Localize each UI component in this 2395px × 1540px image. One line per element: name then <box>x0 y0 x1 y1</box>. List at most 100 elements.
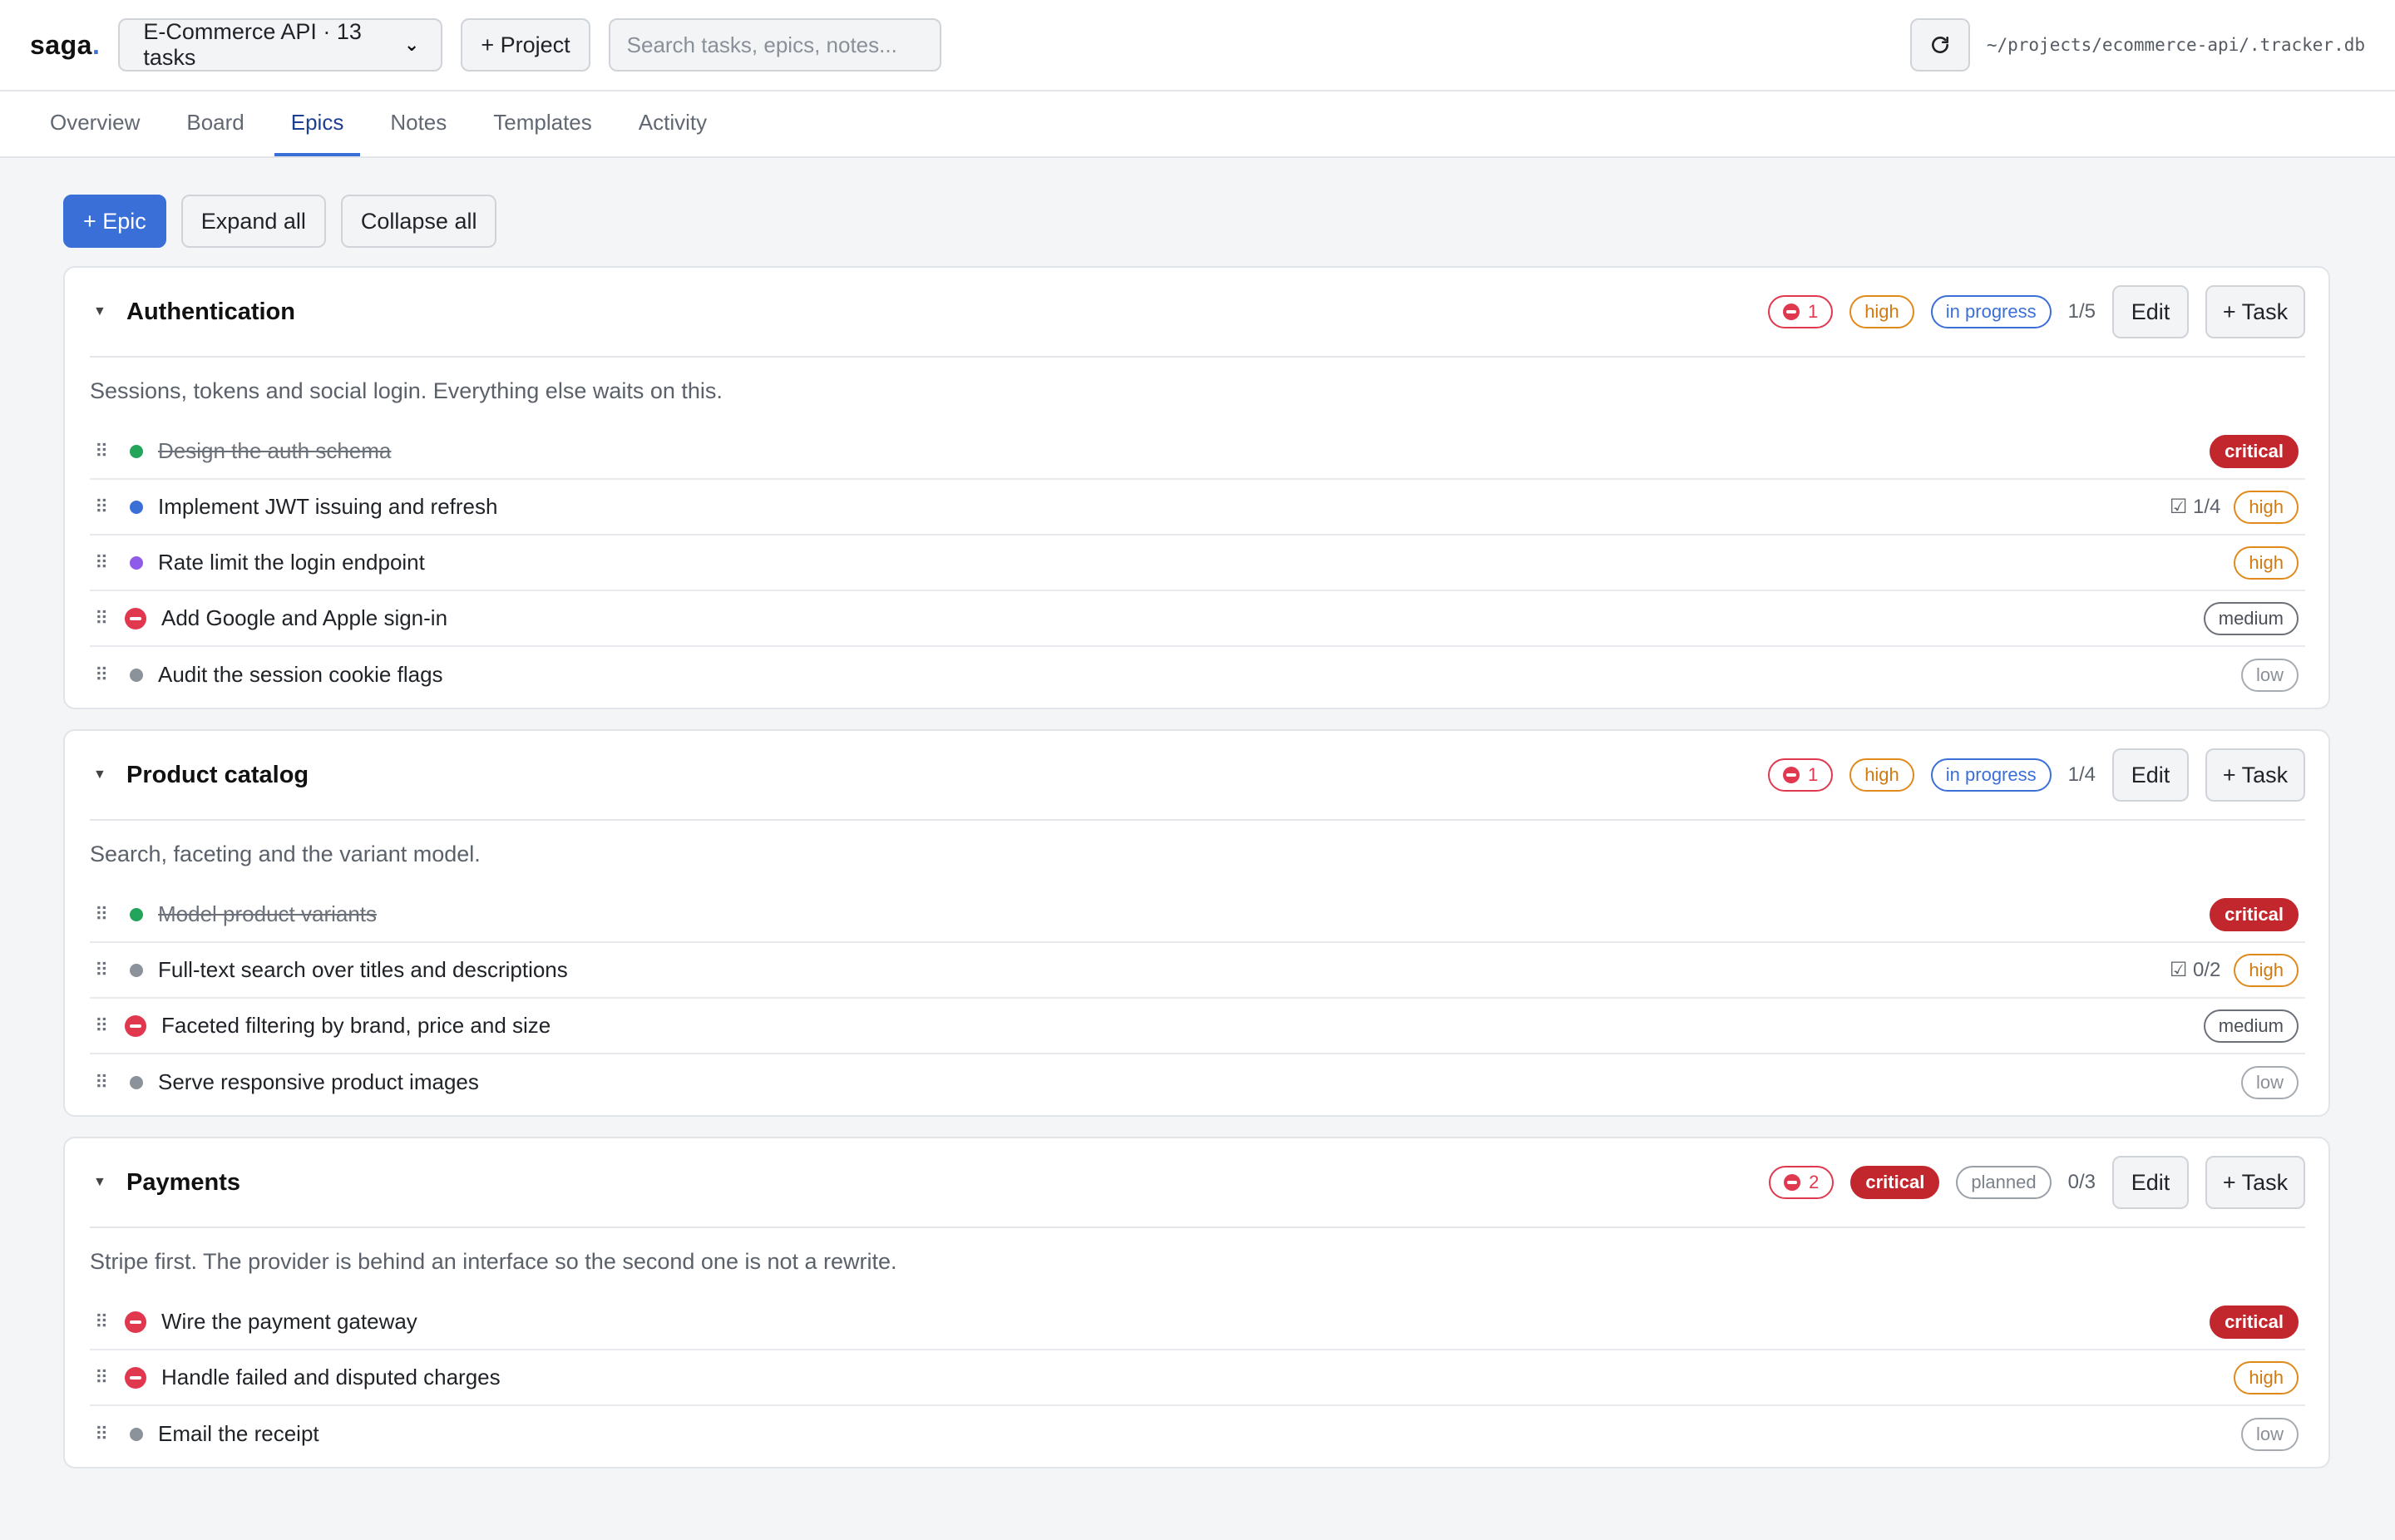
refresh-button[interactable] <box>1909 18 1970 72</box>
tab-epics[interactable]: Epics <box>274 91 361 156</box>
task-row[interactable]: ⠿ Email the receipt low <box>90 1406 2305 1462</box>
blocked-icon <box>125 1014 146 1037</box>
drag-handle-icon[interactable]: ⠿ <box>95 1424 120 1445</box>
status-review-dot <box>130 555 143 570</box>
epic-card-product-catalog: ▼ Product catalog 1 high in progress 1/4… <box>63 729 2330 1117</box>
status-in-progress-dot <box>130 500 143 514</box>
priority-badge: low <box>2240 658 2299 692</box>
drag-handle-icon[interactable]: ⠿ <box>95 904 120 925</box>
status-todo-dot <box>130 1075 143 1089</box>
drag-handle-icon[interactable]: ⠿ <box>95 1072 120 1093</box>
task-title[interactable]: Wire the payment gateway <box>161 1309 417 1335</box>
epic-title[interactable]: Authentication <box>126 299 295 326</box>
task-row[interactable]: ⠿ Add Google and Apple sign-in medium <box>90 591 2305 647</box>
task-row[interactable]: ⠿ Handle failed and disputed charges hig… <box>90 1350 2305 1406</box>
status-todo-dot <box>130 963 143 977</box>
drag-handle-icon[interactable]: ⠿ <box>95 664 120 686</box>
tab-activity[interactable]: Activity <box>622 91 723 156</box>
task-row[interactable]: ⠿ Faceted filtering by brand, price and … <box>90 999 2305 1054</box>
blocked-icon <box>1782 767 1800 783</box>
task-title[interactable]: Handle failed and disputed charges <box>161 1365 501 1390</box>
epic-description: Sessions, tokens and social login. Every… <box>90 378 723 403</box>
epic-header: ▼ Payments 2 critical planned 0/3 Edit +… <box>90 1138 2305 1228</box>
drag-handle-icon[interactable]: ⠿ <box>95 1367 120 1389</box>
drag-handle-icon[interactable]: ⠿ <box>95 496 120 518</box>
epic-list: ▼ Authentication 1 high in progress 1/5 … <box>0 266 2395 1468</box>
task-row[interactable]: ⠿ Implement JWT issuing and refresh ☑ 1/… <box>90 480 2305 536</box>
task-title[interactable]: Add Google and Apple sign-in <box>161 605 447 631</box>
subtask-count: ☑ 0/2 <box>2169 959 2221 981</box>
priority-badge: critical <box>1850 1166 1940 1199</box>
task-title[interactable]: Design the auth schema <box>158 438 391 464</box>
task-title[interactable]: Full-text search over titles and descrip… <box>158 957 568 983</box>
add-project-button[interactable]: + Project <box>461 18 590 72</box>
task-row[interactable]: ⠿ Audit the session cookie flags low <box>90 647 2305 703</box>
status-todo-dot <box>130 1427 143 1441</box>
tab-templates[interactable]: Templates <box>477 91 609 156</box>
priority-badge: low <box>2240 1065 2299 1099</box>
collapse-caret-icon[interactable]: ▼ <box>93 768 126 782</box>
blocked-icon <box>1782 304 1800 320</box>
task-row[interactable]: ⠿ Design the auth schema critical <box>90 424 2305 480</box>
blocked-icon <box>125 1310 146 1333</box>
edit-epic-button[interactable]: Edit <box>2112 748 2189 802</box>
tab-notes[interactable]: Notes <box>373 91 463 156</box>
tab-bar: Overview Board Epics Notes Templates Act… <box>0 91 2395 158</box>
edit-epic-button[interactable]: Edit <box>2112 285 2189 338</box>
task-row[interactable]: ⠿ Wire the payment gateway critical <box>90 1295 2305 1350</box>
drag-handle-icon[interactable]: ⠿ <box>95 441 120 462</box>
priority-badge: medium <box>2203 1009 2299 1043</box>
task-title[interactable]: Model product variants <box>158 901 377 927</box>
project-select[interactable]: E-Commerce API · 13 tasks ⌄ <box>118 18 443 72</box>
tab-board[interactable]: Board <box>170 91 260 156</box>
epic-description: Search, faceting and the variant model. <box>90 841 481 866</box>
progress-count: 1/5 <box>2067 300 2096 323</box>
task-row[interactable]: ⠿ Model product variants critical <box>90 887 2305 943</box>
epic-title[interactable]: Payments <box>126 1169 240 1197</box>
drag-handle-icon[interactable]: ⠿ <box>95 960 120 981</box>
priority-badge: high <box>1849 758 1914 792</box>
edit-epic-button[interactable]: Edit <box>2112 1156 2189 1209</box>
task-title[interactable]: Implement JWT issuing and refresh <box>158 494 497 520</box>
status-done-dot <box>130 444 143 458</box>
expand-all-button[interactable]: Expand all <box>180 195 326 248</box>
priority-badge: high <box>1849 295 1914 328</box>
add-task-button[interactable]: + Task <box>2205 285 2305 338</box>
progress-count: 1/4 <box>2067 763 2096 786</box>
blocked-count-badge: 2 <box>1769 1166 1835 1199</box>
priority-badge: high <box>2234 545 2299 580</box>
task-title[interactable]: Rate limit the login endpoint <box>158 550 425 575</box>
chevron-down-icon: ⌄ <box>403 34 420 55</box>
task-row[interactable]: ⠿ Serve responsive product images low <box>90 1054 2305 1110</box>
add-epic-button[interactable]: + Epic <box>63 195 166 248</box>
epic-card-authentication: ▼ Authentication 1 high in progress 1/5 … <box>63 266 2330 709</box>
priority-badge: high <box>2234 953 2299 987</box>
task-title[interactable]: Audit the session cookie flags <box>158 662 443 688</box>
brand-logo[interactable]: saga. <box>30 30 100 61</box>
priority-badge: critical <box>2210 434 2299 468</box>
top-bar: saga. E-Commerce API · 13 tasks ⌄ + Proj… <box>0 0 2395 91</box>
tab-overview[interactable]: Overview <box>33 91 156 156</box>
blocked-icon <box>125 607 146 629</box>
epic-header: ▼ Product catalog 1 high in progress 1/4… <box>90 731 2305 821</box>
add-task-button[interactable]: + Task <box>2205 1156 2305 1209</box>
drag-handle-icon[interactable]: ⠿ <box>95 1015 120 1037</box>
collapse-caret-icon[interactable]: ▼ <box>93 1175 126 1190</box>
priority-badge: critical <box>2210 897 2299 931</box>
drag-handle-icon[interactable]: ⠿ <box>95 1311 120 1333</box>
task-row[interactable]: ⠿ Full-text search over titles and descr… <box>90 943 2305 999</box>
task-title[interactable]: Faceted filtering by brand, price and si… <box>161 1013 551 1039</box>
task-title[interactable]: Serve responsive product images <box>158 1069 479 1095</box>
priority-badge: critical <box>2210 1305 2299 1339</box>
blocked-count-badge: 1 <box>1767 758 1834 792</box>
collapse-caret-icon[interactable]: ▼ <box>93 304 126 319</box>
collapse-all-button[interactable]: Collapse all <box>340 195 497 248</box>
task-title[interactable]: Email the receipt <box>158 1421 319 1447</box>
drag-handle-icon[interactable]: ⠿ <box>95 608 120 629</box>
epic-title[interactable]: Product catalog <box>126 762 309 789</box>
add-task-button[interactable]: + Task <box>2205 748 2305 802</box>
drag-handle-icon[interactable]: ⠿ <box>95 552 120 574</box>
search-input[interactable]: Search tasks, epics, notes... <box>608 18 941 72</box>
epic-card-payments: ▼ Payments 2 critical planned 0/3 Edit +… <box>63 1137 2330 1468</box>
task-row[interactable]: ⠿ Rate limit the login endpoint high <box>90 536 2305 591</box>
